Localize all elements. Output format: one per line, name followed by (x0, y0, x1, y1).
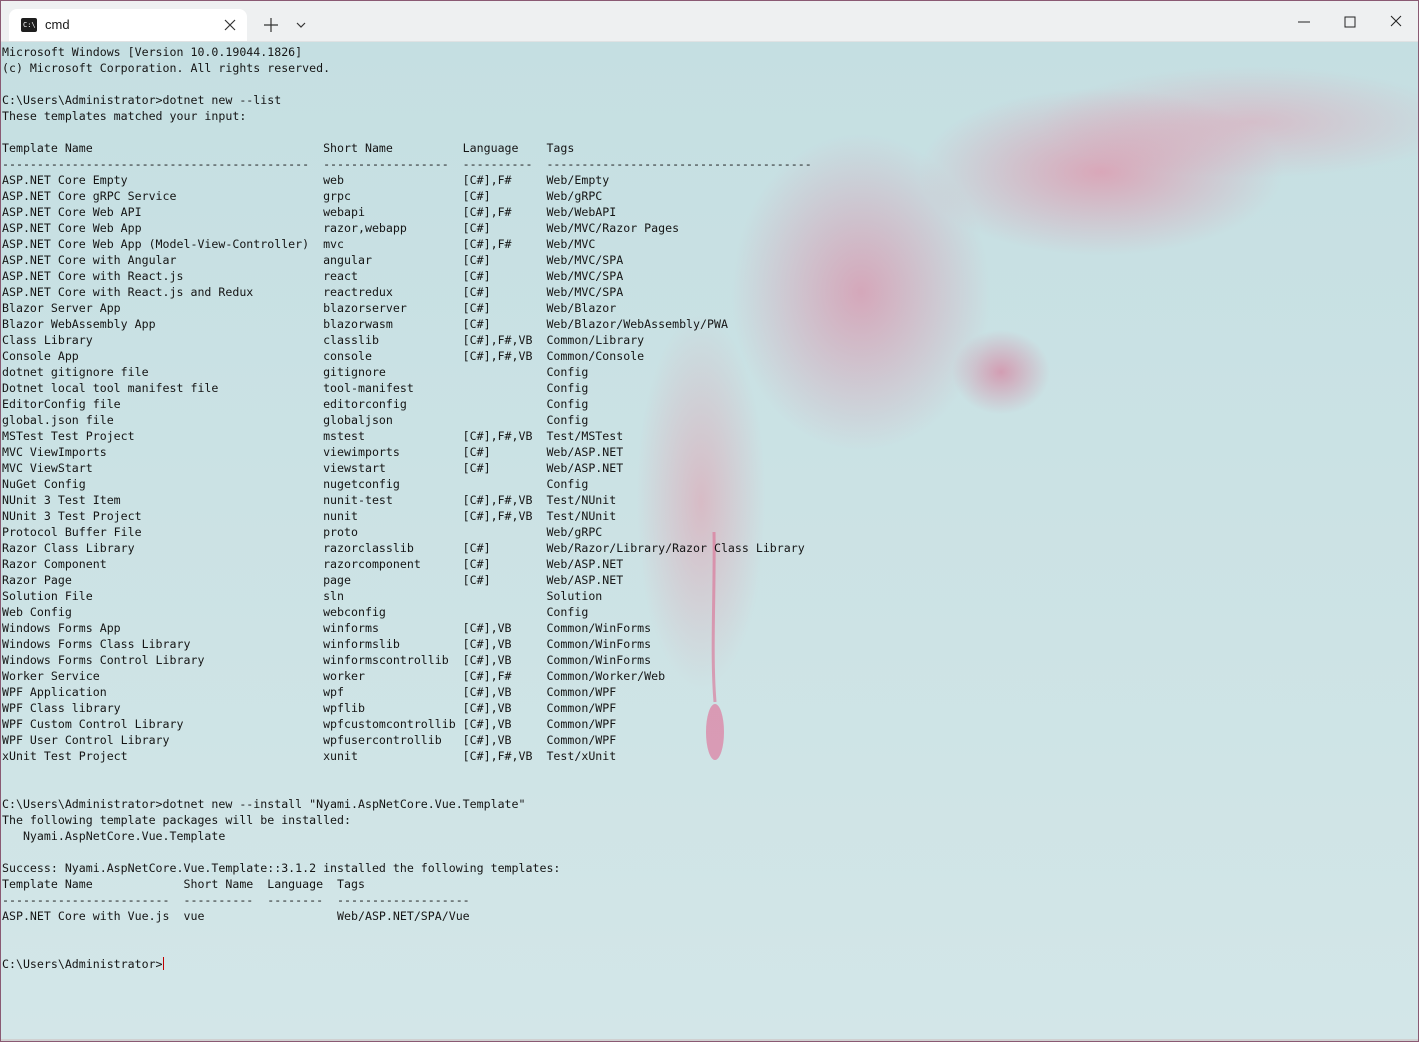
maximize-icon[interactable] (1338, 11, 1362, 33)
console-line: Windows Forms Class Library winformslib … (2, 637, 652, 651)
console-line: NUnit 3 Test Item nunit-test [C#],F#,VB … (2, 493, 617, 507)
console-line: Template Name Short Name Language Tags (2, 141, 575, 155)
console-line: C:\Users\Administrator>dotnet new --inst… (2, 797, 526, 811)
close-icon[interactable] (1384, 11, 1408, 33)
console-line: Nyami.AspNetCore.Vue.Template (2, 829, 226, 843)
console-line: Razor Class Library razorclasslib [C#] W… (2, 541, 805, 555)
console-line: Blazor WebAssembly App blazorwasm [C#] W… (2, 317, 728, 331)
console-line: Template Name Short Name Language Tags (2, 877, 365, 891)
console-line: dotnet gitignore file gitignore Config (2, 365, 589, 379)
console-line: ASP.NET Core with React.js react [C#] We… (2, 269, 624, 283)
console-line: ASP.NET Core with React.js and Redux rea… (2, 285, 624, 299)
terminal-window: C:\ cmd Microsoft Windows [Version 10.0.… (0, 0, 1419, 1042)
console-line: WPF Class library wpflib [C#],VB Common/… (2, 701, 617, 715)
console-line: WPF Application wpf [C#],VB Common/WPF (2, 685, 617, 699)
console-line: Protocol Buffer File proto Web/gRPC (2, 525, 603, 539)
console-line: Console App console [C#],F#,VB Common/Co… (2, 349, 645, 363)
tab-close-icon[interactable] (221, 16, 239, 34)
console-line: Windows Forms Control Library winformsco… (2, 653, 652, 667)
console-line: ASP.NET Core Empty web [C#],F# Web/Empty (2, 173, 610, 187)
console-line: Web Config webconfig Config (2, 605, 589, 619)
console-line: Dotnet local tool manifest file tool-man… (2, 381, 589, 395)
console-line: Razor Component razorcomponent [C#] Web/… (2, 557, 624, 571)
console-line: xUnit Test Project xunit [C#],F#,VB Test… (2, 749, 617, 763)
console-line: Class Library classlib [C#],F#,VB Common… (2, 333, 645, 347)
console-line: global.json file globaljson Config (2, 413, 589, 427)
console-line: Success: Nyami.AspNetCore.Vue.Template::… (2, 861, 561, 875)
prompt-text: C:\Users\Administrator> (2, 957, 163, 971)
plus-icon[interactable] (261, 15, 281, 35)
console-icon: C:\ (21, 18, 37, 32)
prompt-line[interactable]: C:\Users\Administrator> (2, 956, 812, 972)
console-line: The following template packages will be … (2, 813, 352, 827)
console-line: Microsoft Windows [Version 10.0.19044.18… (2, 45, 303, 59)
tab-cmd[interactable]: C:\ cmd (9, 9, 247, 41)
terminal-area[interactable]: Microsoft Windows [Version 10.0.19044.18… (1, 42, 1418, 1041)
console-line: NuGet Config nugetconfig Config (2, 477, 589, 491)
console-line: NUnit 3 Test Project nunit [C#],F#,VB Te… (2, 509, 617, 523)
bottom-border (1, 1039, 1418, 1041)
console-line: MVC ViewStart viewstart [C#] Web/ASP.NET (2, 461, 624, 475)
console-line: ASP.NET Core Web App (Model-View-Control… (2, 237, 596, 251)
console-line: Razor Page page [C#] Web/ASP.NET (2, 573, 624, 587)
console-output: Microsoft Windows [Version 10.0.19044.18… (2, 44, 812, 972)
minimize-icon[interactable] (1292, 11, 1316, 33)
console-line: C:\Users\Administrator>dotnet new --list (2, 93, 282, 107)
console-line: MSTest Test Project mstest [C#],F#,VB Te… (2, 429, 624, 443)
console-line: Solution File sln Solution (2, 589, 603, 603)
console-line: ----------------------------------------… (2, 157, 812, 171)
title-bar: C:\ cmd (1, 1, 1418, 42)
console-line: These templates matched your input: (2, 109, 247, 123)
console-line: Blazor Server App blazorserver [C#] Web/… (2, 301, 617, 315)
console-line: MVC ViewImports viewimports [C#] Web/ASP… (2, 445, 624, 459)
console-line: WPF User Control Library wpfusercontroll… (2, 733, 617, 747)
chevron-down-icon[interactable] (293, 17, 309, 33)
tab-title: cmd (45, 17, 70, 32)
console-line: ASP.NET Core Web App razor,webapp [C#] W… (2, 221, 680, 235)
console-line: ASP.NET Core gRPC Service grpc [C#] Web/… (2, 189, 603, 203)
console-line: ASP.NET Core with Angular angular [C#] W… (2, 253, 624, 267)
console-line: ------------------------ ---------- ----… (2, 893, 470, 907)
console-line: Worker Service worker [C#],F# Common/Wor… (2, 669, 666, 683)
console-line: ASP.NET Core with Vue.js vue Web/ASP.NET… (2, 909, 470, 923)
console-line: Windows Forms App winforms [C#],VB Commo… (2, 621, 652, 635)
text-cursor (162, 957, 164, 970)
console-line: WPF Custom Control Library wpfcustomcont… (2, 717, 617, 731)
console-line: EditorConfig file editorconfig Config (2, 397, 589, 411)
console-line: (c) Microsoft Corporation. All rights re… (2, 61, 331, 75)
console-line: ASP.NET Core Web API webapi [C#],F# Web/… (2, 205, 617, 219)
